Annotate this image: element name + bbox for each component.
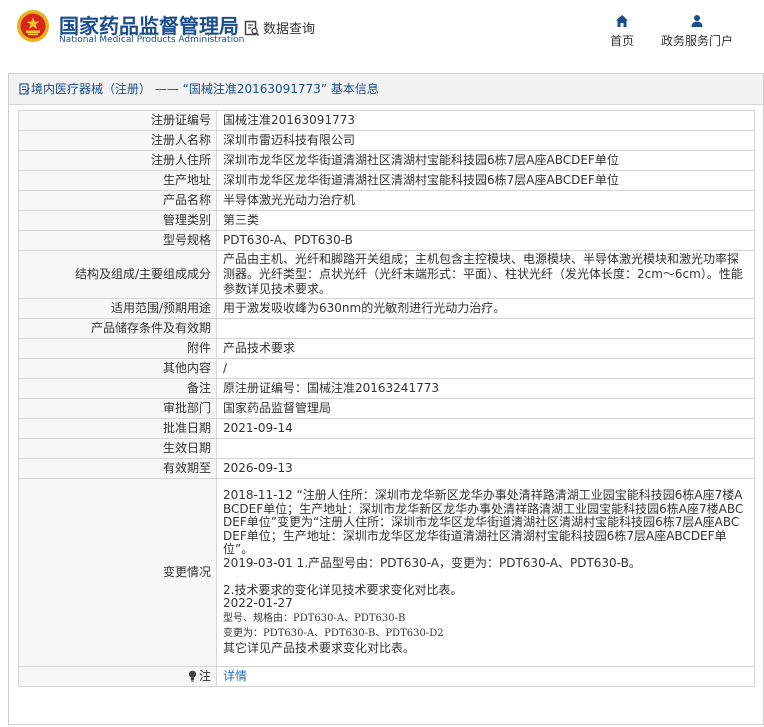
changes-note: 其它详见产品技术要求变化对比表。 — [223, 640, 416, 655]
table-row: 产品名称 半导体激光光动力治疗机 — [18, 190, 755, 211]
table-row: 附件 产品技术要求 — [18, 338, 755, 359]
site-logo-subtitle: National Medical Products Administration — [59, 35, 245, 45]
changes-value: 2018-11-12 “注册人住所：深圳市龙华新区龙华办事处清祥路清湖工业园宝能… — [216, 478, 755, 667]
table-row: 变更情况 2018-11-12 “注册人住所：深圳市龙华新区龙华办事处清祥路清湖… — [18, 478, 755, 667]
document-icon — [19, 83, 30, 95]
structure-value: 产品由主机、光纤和脚踏开关组成；主机包含主控模块、电源模块、半导体激光模块和激光… — [216, 250, 755, 299]
nav-portal-label: 政务服务门户 — [660, 34, 733, 48]
note-label-cell: 注 — [18, 666, 217, 687]
table-row: 结构及组成/主要组成成分 产品由主机、光纤和脚踏开关组成；主机包含主控模块、电源… — [18, 250, 755, 299]
site-header: 国家药品监督管理局 National Medical Products Admi… — [0, 0, 764, 62]
approval-date-label: 批准日期 — [18, 418, 217, 439]
table-row: 注册人名称 深圳市雷迈科技有限公司 — [18, 130, 755, 151]
changes-text: 2018-11-12 “注册人住所：深圳市龙华新区龙华办事处清祥路清湖工业园宝能… — [223, 488, 744, 611]
registrant-addr-label: 注册人住所 — [18, 150, 217, 171]
valid-until-value: 2026-09-13 — [216, 458, 755, 479]
approval-dept-value: 国家药品监督管理局 — [216, 398, 755, 419]
table-row: 产品储存条件及有效期 — [18, 318, 755, 339]
table-row: 注册人住所 深圳市龙华区龙华街道清湖社区清湖村宝能科技园6栋7层A座ABCDEF… — [18, 150, 755, 171]
reg-no-value: 国械注准20163091773 — [216, 110, 755, 131]
table-row: 批准日期 2021-09-14 — [18, 418, 755, 439]
prod-addr-value: 深圳市龙华区龙华街道清湖社区清湖村宝能科技园6栋7层A座ABCDEF单位 — [216, 170, 755, 191]
table-row: 备注 原注册证编号：国械注准20163241773 — [18, 378, 755, 399]
registrant-label: 注册人名称 — [18, 130, 217, 151]
table-row: 管理类别 第三类 — [18, 210, 755, 231]
model-label: 型号规格 — [18, 230, 217, 251]
attachment-value: 产品技术要求 — [216, 338, 755, 359]
changes-model-to: 变更为：PDT630-A、PDT630-B、PDT630-D2 — [223, 627, 444, 639]
scope-value: 用于激发吸收峰为630nm的光敏剂进行光动力治疗。 — [216, 298, 755, 319]
other-label: 其他内容 — [18, 358, 217, 379]
storage-label: 产品储存条件及有效期 — [18, 318, 217, 339]
attachment-label: 附件 — [18, 338, 217, 359]
valid-until-label: 有效期至 — [18, 458, 217, 479]
detail-panel: 境内医疗器械（注册） —— “国械注准20163091773” 基本信息 注册证… — [8, 73, 764, 725]
model-value: PDT630-A、PDT630-B — [216, 230, 755, 251]
table-row: 审批部门 国家药品监督管理局 — [18, 398, 755, 419]
national-emblem-icon — [17, 10, 49, 42]
nav-home-label: 首页 — [609, 34, 634, 48]
data-query-label: 数据查询 — [263, 22, 316, 37]
effective-date-value — [216, 438, 755, 459]
reg-no-label: 注册证编号 — [18, 110, 217, 131]
table-row: 有效期至 2026-09-13 — [18, 458, 755, 479]
approval-dept-label: 审批部门 — [18, 398, 217, 419]
mgmt-class-label: 管理类别 — [18, 210, 217, 231]
panel-title-text: 境内医疗器械（注册） —— “国械注准20163091773” 基本信息 — [31, 82, 379, 96]
other-value: / — [216, 358, 755, 379]
document-search-icon — [244, 20, 260, 36]
scope-label: 适用范围/预期用途 — [18, 298, 217, 319]
nav-service-portal[interactable]: 政务服务门户 — [654, 14, 740, 49]
changes-label: 变更情况 — [18, 478, 217, 667]
registrant-addr-value: 深圳市龙华区龙华街道清湖社区清湖村宝能科技园6栋7层A座ABCDEF单位 — [216, 150, 755, 171]
home-icon — [616, 15, 628, 27]
effective-date-label: 生效日期 — [18, 438, 217, 459]
remark-value: 原注册证编号：国械注准20163241773 — [216, 378, 755, 399]
remark-label: 备注 — [18, 378, 217, 399]
note-value-cell: 详情 — [216, 666, 755, 687]
table-row: 适用范围/预期用途 用于激发吸收峰为630nm的光敏剂进行光动力治疗。 — [18, 298, 755, 319]
product-name-label: 产品名称 — [18, 190, 217, 211]
registrant-value: 深圳市雷迈科技有限公司 — [216, 130, 755, 151]
table-row: 注册证编号 国械注准20163091773 — [18, 110, 755, 131]
approval-date-value: 2021-09-14 — [216, 418, 755, 439]
table-row: 其他内容 / — [18, 358, 755, 379]
note-label: 注 — [198, 669, 211, 683]
data-query-nav[interactable]: 数据查询 — [244, 18, 315, 38]
table-row: 型号规格 PDT630-A、PDT630-B — [18, 230, 755, 251]
mgmt-class-value: 第三类 — [216, 210, 755, 231]
panel-title: 境内医疗器械（注册） —— “国械注准20163091773” 基本信息 — [9, 74, 763, 105]
storage-value — [216, 318, 755, 339]
details-link[interactable]: 详情 — [223, 669, 247, 683]
table-row: 注 详情 — [18, 666, 755, 687]
structure-label: 结构及组成/主要组成成分 — [18, 250, 217, 299]
product-name-value: 半导体激光光动力治疗机 — [216, 190, 755, 211]
prod-addr-label: 生产地址 — [18, 170, 217, 191]
device-info-table: 注册证编号 国械注准20163091773 注册人名称 深圳市雷迈科技有限公司 … — [18, 110, 755, 687]
user-icon — [691, 15, 703, 27]
changes-model-from: 型号、规格由：PDT630-A、PDT630-B — [223, 612, 406, 624]
nav-home[interactable]: 首页 — [602, 14, 642, 49]
table-row: 生产地址 深圳市龙华区龙华街道清湖社区清湖村宝能科技园6栋7层A座ABCDEF单… — [18, 170, 755, 191]
lightbulb-icon — [188, 670, 197, 682]
table-row: 生效日期 — [18, 438, 755, 459]
